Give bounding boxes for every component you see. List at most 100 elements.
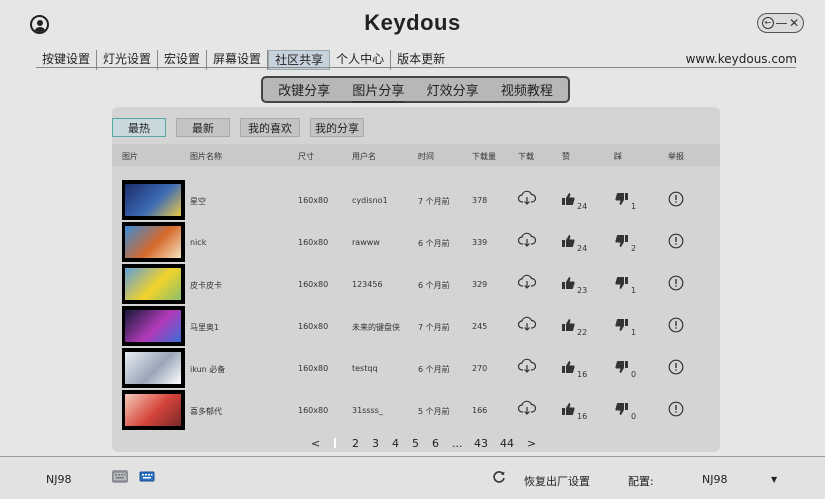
filter-button-1[interactable]: 最新 — [176, 118, 230, 137]
like-icon[interactable] — [561, 234, 575, 250]
col-like: 赞 — [562, 152, 570, 161]
table-row: 皮卡皮卡 160x80 123456 6 个月前 329 23 1 — [112, 264, 720, 304]
like-count: 16 — [577, 412, 588, 421]
download-icon[interactable] — [517, 190, 537, 208]
next-page-button[interactable]: > — [527, 437, 536, 450]
keyboard-wireless-icon[interactable] — [139, 470, 155, 483]
refresh-icon[interactable] — [492, 470, 506, 487]
image-thumbnail[interactable] — [122, 348, 185, 388]
report-icon[interactable] — [668, 401, 684, 419]
like-count: 24 — [577, 244, 588, 253]
tab-3[interactable]: 视频教程 — [501, 80, 553, 99]
minimize-icon[interactable]: — — [775, 17, 787, 29]
page-button[interactable]: 43 — [474, 437, 488, 450]
report-icon[interactable] — [668, 317, 684, 335]
image-thumbnail[interactable] — [122, 306, 185, 346]
page-button[interactable]: 44 — [500, 437, 514, 450]
image-downloads: 166 — [472, 406, 488, 415]
download-icon[interactable] — [517, 232, 537, 250]
table-row: nick 160x80 rawww 6 个月前 339 24 2 — [112, 222, 720, 262]
tab-2[interactable]: 灯效分享 — [427, 80, 479, 99]
factory-reset-button[interactable]: 恢复出厂设置 — [524, 473, 590, 489]
image-user: 未来的键盘侠 — [352, 323, 400, 332]
image-thumbnail[interactable] — [122, 390, 185, 430]
download-icon[interactable] — [517, 358, 537, 376]
like-icon[interactable] — [561, 276, 575, 292]
image-thumbnail[interactable] — [122, 222, 185, 262]
download-icon[interactable] — [517, 274, 537, 292]
filter-bar: 最热 最新 我的喜欢 我的分享 — [112, 118, 374, 137]
image-time: 7 个月前 — [418, 323, 450, 332]
col-user: 用户名 — [352, 152, 376, 161]
col-downloads: 下载量 — [472, 152, 496, 161]
page-button[interactable]: 5 — [412, 437, 419, 450]
page-button[interactable]: 3 — [372, 437, 379, 450]
chevron-down-icon[interactable]: ▼ — [771, 475, 777, 484]
col-name: 图片名称 — [190, 152, 222, 161]
image-thumbnail[interactable] — [122, 180, 185, 220]
dislike-icon[interactable] — [615, 192, 629, 208]
dislike-icon[interactable] — [615, 234, 629, 250]
filter-button-0[interactable]: 最热 — [112, 118, 166, 137]
dislike-count: 1 — [631, 328, 637, 337]
image-user: 31ssss_ — [352, 406, 383, 415]
col-image: 图片 — [122, 152, 138, 161]
report-icon[interactable] — [668, 359, 684, 377]
like-icon[interactable] — [561, 402, 575, 418]
image-downloads: 339 — [472, 238, 488, 247]
tab-1[interactable]: 图片分享 — [352, 80, 405, 103]
share-panel: 最热 最新 我的喜欢 我的分享 图片 图片名称 尺寸 用户名 时间 下载量 下载 赞 … — [112, 107, 720, 452]
col-report: 举报 — [668, 152, 684, 161]
image-name: 皮卡皮卡 — [190, 281, 222, 290]
report-icon[interactable] — [668, 275, 684, 293]
dislike-icon[interactable] — [615, 360, 629, 376]
download-icon[interactable] — [517, 400, 537, 418]
page-button[interactable]: 4 — [392, 437, 399, 450]
dislike-icon[interactable] — [615, 318, 629, 334]
dislike-count: 2 — [631, 244, 637, 253]
site-url[interactable]: www.keydous.com — [686, 52, 797, 66]
image-user: rawww — [352, 238, 380, 247]
image-name: 星空 — [190, 197, 206, 206]
image-size: 160x80 — [298, 238, 329, 247]
like-icon[interactable] — [561, 192, 575, 208]
back-icon[interactable]: ← — [761, 17, 774, 29]
table-row: 马里奥1 160x80 未来的键盘侠 7 个月前 245 22 1 — [112, 306, 720, 346]
image-time: 6 个月前 — [418, 281, 450, 290]
image-thumbnail[interactable] — [122, 264, 185, 304]
col-time: 时间 — [418, 152, 434, 161]
dislike-count: 0 — [631, 370, 637, 379]
keyboard-wired-icon[interactable] — [112, 470, 128, 483]
image-name: 马里奥1 — [190, 323, 220, 332]
image-downloads: 329 — [472, 280, 488, 289]
report-icon[interactable] — [668, 233, 684, 251]
image-name: nick — [190, 238, 207, 247]
dislike-icon[interactable] — [615, 276, 629, 292]
filter-button-2[interactable]: 我的喜欢 — [240, 118, 300, 137]
share-category-tabs: 改键分享 图片分享 灯效分享 视频教程 — [261, 76, 570, 103]
image-size: 160x80 — [298, 196, 329, 205]
col-dislike: 踩 — [614, 152, 622, 161]
col-size: 尺寸 — [298, 152, 314, 161]
close-icon[interactable]: ✕ — [789, 17, 799, 29]
download-icon[interactable] — [517, 316, 537, 334]
like-icon[interactable] — [561, 318, 575, 334]
app-title: Keydous — [364, 10, 461, 35]
filter-button-3[interactable]: 我的分享 — [310, 118, 364, 137]
table-header: 图片 图片名称 尺寸 用户名 时间 下载量 下载 赞 踩 举报 — [112, 144, 720, 166]
tab-0[interactable]: 改键分享 — [278, 80, 330, 99]
table-row: 喜多郁代 160x80 31ssss_ 5 个月前 166 16 0 — [112, 390, 720, 430]
dislike-count: 1 — [631, 286, 637, 295]
page-button[interactable]: 2 — [352, 437, 359, 450]
dislike-icon[interactable] — [615, 402, 629, 418]
prev-page-button[interactable]: < — [311, 437, 320, 450]
current-page-indicator — [334, 438, 336, 448]
device-name: NJ98 — [46, 473, 72, 486]
image-time: 6 个月前 — [418, 365, 450, 374]
report-icon[interactable] — [668, 191, 684, 209]
page-button[interactable]: 6 — [432, 437, 439, 450]
config-select[interactable]: NJ98 — [702, 473, 727, 486]
image-name: ikun 必备 — [190, 365, 226, 374]
like-icon[interactable] — [561, 360, 575, 376]
image-time: 6 个月前 — [418, 239, 450, 248]
